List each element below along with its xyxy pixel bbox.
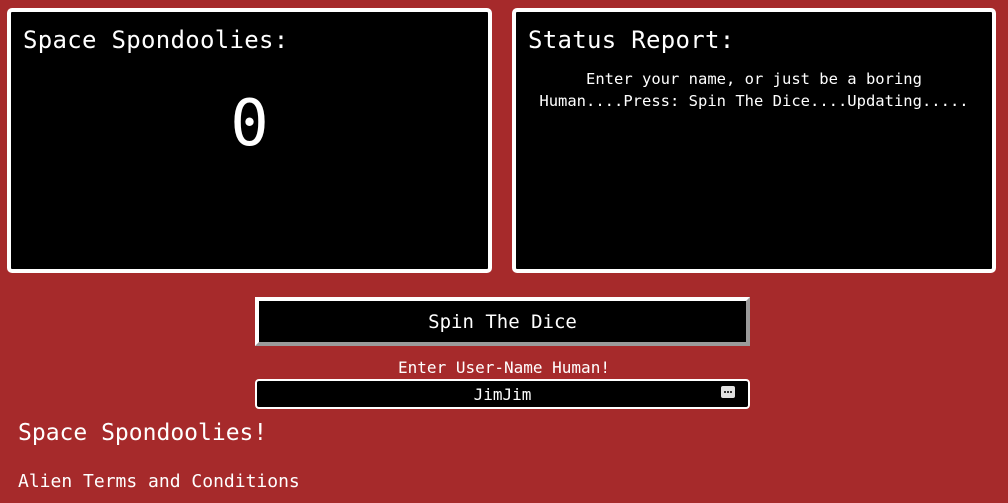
status-report-title: Status Report: [528, 26, 735, 54]
username-label: Enter User-Name Human! [398, 358, 610, 377]
spondoolies-title: Space Spondoolies: [23, 26, 289, 54]
autofill-key-icon[interactable] [721, 386, 735, 398]
status-report-panel: Status Report: Enter your name, or just … [512, 8, 996, 273]
spondoolies-count: 0 [230, 87, 269, 161]
alien-terms-link[interactable]: Alien Terms and Conditions [18, 469, 300, 495]
status-report-message: Enter your name, or just be a boring Hum… [539, 70, 969, 110]
username-field-wrapper [255, 379, 750, 409]
footer-title: Space Spondoolies! [18, 420, 268, 446]
spin-the-dice-button[interactable]: Spin The Dice [255, 297, 750, 346]
spondoolies-panel: Space Spondoolies: 0 [7, 8, 492, 273]
username-input[interactable] [257, 381, 748, 407]
